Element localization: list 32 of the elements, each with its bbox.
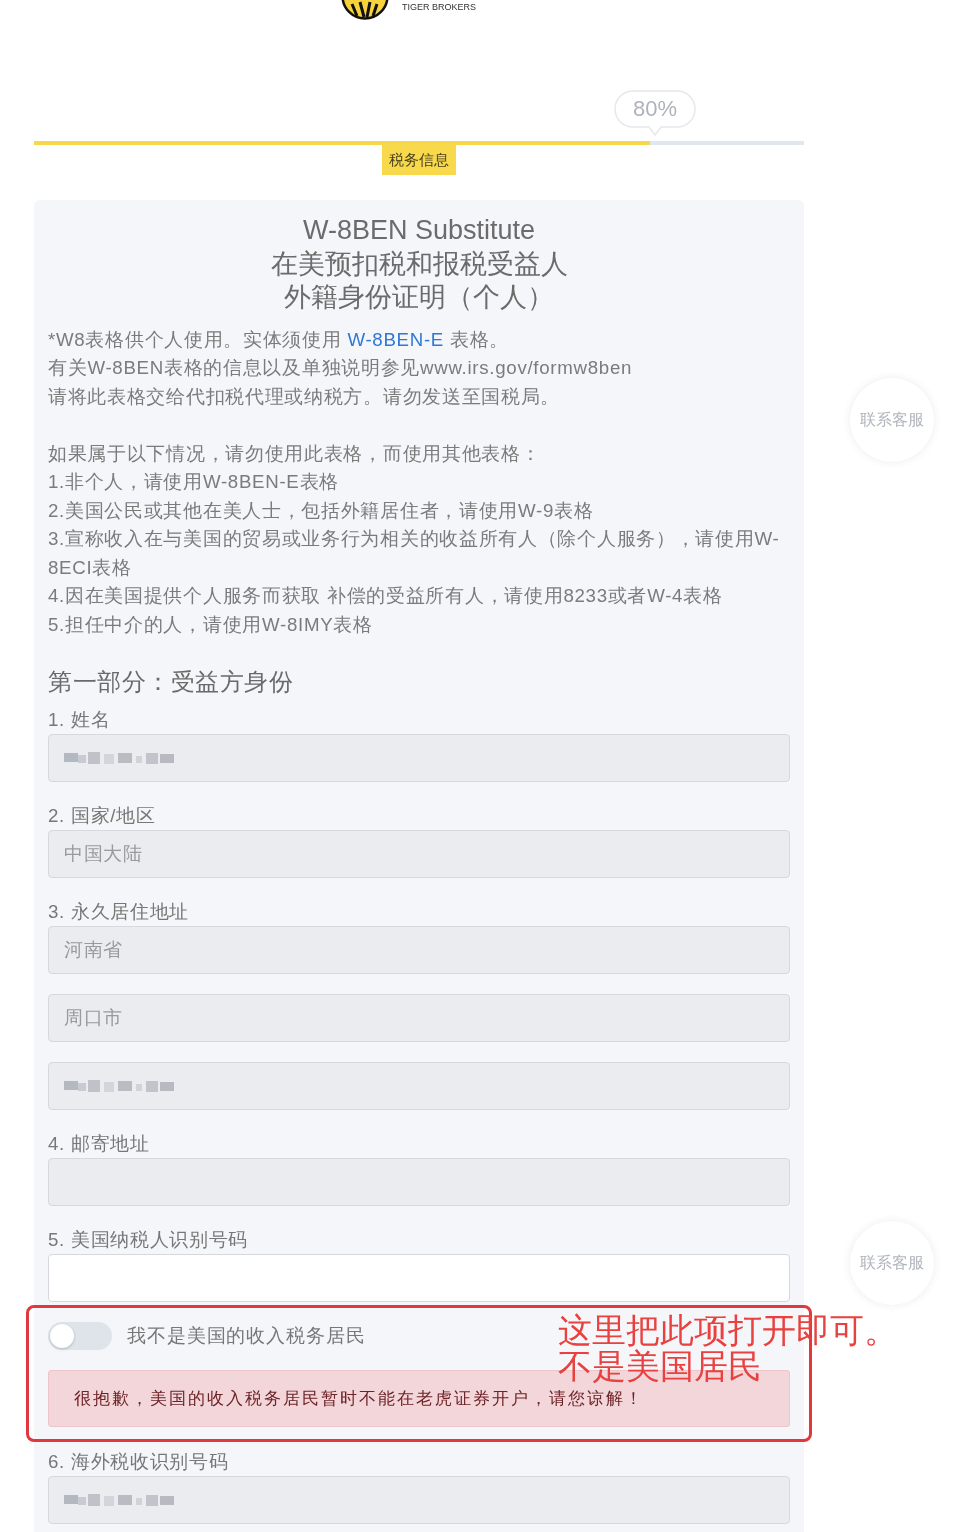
form-title: 外籍身份证明（个人） bbox=[283, 281, 555, 314]
field-label: 2. 国家/地区 bbox=[48, 804, 157, 828]
form-title: W-8BEN Substitute bbox=[301, 214, 537, 247]
field-label: 6. 海外税收识别号码 bbox=[48, 1450, 230, 1474]
note-text: 有关W-8BEN表格的信息以及单独说明参见www.irs.gov/formw8ben bbox=[48, 356, 634, 380]
contact-support-button[interactable]: 联系客服 bbox=[850, 378, 934, 462]
logo-subtitle: TIGER BROKERS bbox=[402, 2, 476, 12]
field-label: 1. 姓名 bbox=[48, 708, 112, 732]
field-label: 5. 美国纳税人识别号码 bbox=[48, 1228, 250, 1252]
section-title: 第一部分：受益方身份 bbox=[48, 667, 294, 697]
pixelated-text-icon bbox=[64, 1492, 174, 1508]
toggle-switch[interactable] bbox=[48, 1322, 112, 1350]
contact-support-button[interactable]: 联系客服 bbox=[850, 1221, 934, 1305]
form-title: 在美预扣税和报税受益人 bbox=[269, 247, 569, 281]
list-item: 3.宣称收入在与美国的贸易或业务行为相关的收益所有人（除个人服务），请使用W-8ECI表格 bbox=[48, 527, 781, 580]
pixelated-text-icon bbox=[64, 750, 174, 766]
note-text: 请将此表格交给代扣税代理或纳税方。请勿发送至国税局。 bbox=[48, 384, 562, 409]
progress-bubble: 80% bbox=[614, 90, 696, 138]
list-item: 1.非个人，请使用W-8BEN-E表格 bbox=[48, 470, 340, 494]
input-field[interactable] bbox=[48, 1254, 790, 1302]
toggle-label: 我不是美国的收入税务居民 bbox=[127, 1324, 366, 1348]
note-text: *W8表格供个人使用。实体须使用 W-8BEN-E 表格。 bbox=[48, 327, 511, 352]
field-label: 4. 邮寄地址 bbox=[48, 1132, 151, 1156]
step-label: 税务信息 bbox=[382, 145, 456, 175]
round-logo-icon bbox=[340, 0, 390, 20]
pixelated-text-icon bbox=[64, 1078, 174, 1094]
list-item: 2.美国公民或其他在美人士，包括外籍居住者，请使用W-9表格 bbox=[48, 498, 595, 523]
note-text: 如果属于以下情况，请勿使用此表格，而使用其他表格： bbox=[48, 441, 542, 466]
form-link[interactable]: W-8BEN-E bbox=[347, 328, 445, 350]
list-item: 4.因在美国提供个人服务而获取 补偿的受益所有人，请使用8233或者W-4表格 bbox=[48, 584, 724, 608]
field-label: 3. 永久居住地址 bbox=[48, 900, 191, 924]
list-item: 5.担任中介的人，请使用W-8IMY表格 bbox=[48, 612, 374, 637]
